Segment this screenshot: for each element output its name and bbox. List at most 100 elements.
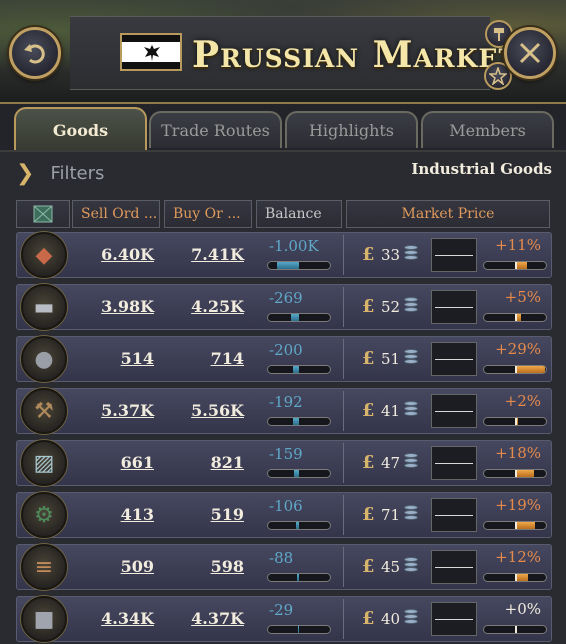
sell-orders-value[interactable]: 661 bbox=[77, 453, 154, 472]
price-change-bar bbox=[483, 625, 547, 634]
coins-icon bbox=[404, 609, 418, 627]
coins-icon bbox=[404, 505, 418, 523]
price-history-chart[interactable] bbox=[431, 550, 477, 584]
balance-value: -88 bbox=[269, 549, 294, 567]
balance-bar bbox=[267, 573, 331, 582]
goods-row[interactable]: ≡ 509 598 -88 £ 45 +12% bbox=[16, 544, 552, 590]
tab-highlights[interactable]: Highlights bbox=[285, 111, 418, 148]
divider bbox=[343, 443, 344, 483]
divider bbox=[343, 391, 344, 431]
price-change-bar bbox=[483, 313, 547, 322]
column-balance[interactable]: Balance bbox=[256, 200, 342, 228]
tools-icon: ⚒ bbox=[21, 388, 67, 434]
market-price-value: 40 bbox=[381, 610, 401, 628]
buy-orders-value[interactable]: 4.37K bbox=[167, 609, 244, 628]
divider bbox=[343, 339, 344, 379]
price-change-value: +18% bbox=[495, 444, 541, 462]
close-x-icon bbox=[519, 42, 541, 64]
ammunition-icon: ● bbox=[21, 336, 67, 382]
goods-row[interactable]: ▬ 3.98K 4.25K -269 £ 52 +5% bbox=[16, 284, 552, 330]
divider bbox=[343, 599, 344, 639]
price-history-chart[interactable] bbox=[431, 342, 477, 376]
sell-orders-value[interactable]: 4.34K bbox=[77, 609, 154, 628]
market-price-value: 41 bbox=[381, 402, 401, 420]
price-change-bar bbox=[483, 365, 547, 374]
currency-symbol: £ bbox=[362, 244, 375, 265]
coins-icon bbox=[404, 557, 418, 575]
page-title: Prussian Market bbox=[192, 34, 519, 76]
star-icon bbox=[489, 67, 507, 85]
prussia-flag bbox=[120, 33, 182, 71]
buy-orders-value[interactable]: 5.56K bbox=[167, 401, 244, 420]
price-change-bar bbox=[483, 573, 547, 582]
divider bbox=[343, 235, 344, 275]
sort-by-good-button[interactable] bbox=[16, 200, 70, 228]
price-change-bar bbox=[483, 521, 547, 530]
price-history-chart[interactable] bbox=[431, 446, 477, 480]
buy-orders-value[interactable]: 4.25K bbox=[167, 297, 244, 316]
price-change-bar bbox=[483, 469, 547, 478]
price-change-value: +11% bbox=[495, 236, 541, 254]
balance-bar bbox=[267, 313, 331, 322]
currency-symbol: £ bbox=[362, 400, 375, 421]
balance-value: -106 bbox=[269, 497, 303, 515]
price-history-chart[interactable] bbox=[431, 394, 477, 428]
tab-bar: Goods Trade Routes Highlights Members bbox=[0, 104, 566, 152]
market-price-value: 47 bbox=[381, 454, 401, 472]
balance-value: -269 bbox=[269, 289, 303, 307]
tab-goods[interactable]: Goods bbox=[14, 107, 147, 152]
balance-bar bbox=[267, 625, 331, 634]
buy-orders-value[interactable]: 519 bbox=[167, 505, 244, 524]
price-change-value: +0% bbox=[504, 600, 541, 618]
tab-members[interactable]: Members bbox=[421, 111, 554, 148]
column-buy-orders[interactable]: Buy Or ... bbox=[164, 200, 252, 228]
goods-row[interactable]: ⚙ 413 519 -106 £ 71 +19% bbox=[16, 492, 552, 538]
close-button[interactable] bbox=[504, 27, 556, 79]
price-history-chart[interactable] bbox=[431, 498, 477, 532]
currency-symbol: £ bbox=[362, 608, 375, 629]
balance-value: -200 bbox=[269, 341, 303, 359]
price-history-chart[interactable] bbox=[431, 290, 477, 324]
buy-orders-value[interactable]: 714 bbox=[167, 349, 244, 368]
sell-orders-value[interactable]: 5.37K bbox=[77, 401, 154, 420]
price-history-chart[interactable] bbox=[431, 602, 477, 636]
price-history-chart[interactable] bbox=[431, 238, 477, 272]
pin-icon bbox=[494, 28, 504, 41]
balance-bar bbox=[267, 365, 331, 374]
back-arrow-icon bbox=[24, 44, 45, 64]
column-sell-orders[interactable]: Sell Ord ... bbox=[72, 200, 160, 228]
eagle-icon bbox=[144, 45, 160, 61]
engines-icon: ⚙ bbox=[21, 492, 67, 538]
sell-orders-value[interactable]: 514 bbox=[77, 349, 154, 368]
currency-symbol: £ bbox=[362, 504, 375, 525]
grid-icon bbox=[33, 205, 53, 223]
currency-symbol: £ bbox=[362, 348, 375, 369]
buy-orders-value[interactable]: 821 bbox=[167, 453, 244, 472]
divider bbox=[343, 495, 344, 535]
buy-orders-value[interactable]: 598 bbox=[167, 557, 244, 576]
goods-row[interactable]: ⚒ 5.37K 5.56K -192 £ 41 +2% bbox=[16, 388, 552, 434]
goods-row[interactable]: ▨ 661 821 -159 £ 47 +18% bbox=[16, 440, 552, 486]
coins-icon bbox=[404, 453, 418, 471]
tab-trade-routes[interactable]: Trade Routes bbox=[149, 111, 282, 148]
sell-orders-value[interactable]: 413 bbox=[77, 505, 154, 524]
goods-row[interactable]: ● 514 714 -200 £ 51 +29% bbox=[16, 336, 552, 382]
balance-value: -29 bbox=[269, 601, 294, 619]
market-price-value: 51 bbox=[381, 350, 401, 368]
price-change-value: +5% bbox=[504, 288, 541, 306]
column-market-price[interactable]: Market Price bbox=[346, 200, 550, 228]
price-change-value: +29% bbox=[495, 340, 541, 358]
balance-bar bbox=[267, 469, 331, 478]
hardwood-icon: ≡ bbox=[21, 544, 67, 590]
goods-row[interactable]: ■ 4.34K 4.37K -29 £ 40 +0% bbox=[16, 596, 552, 642]
sell-orders-value[interactable]: 6.40K bbox=[77, 245, 154, 264]
back-button[interactable] bbox=[9, 27, 61, 79]
currency-symbol: £ bbox=[362, 452, 375, 473]
category-label: Industrial Goods bbox=[411, 160, 552, 178]
sell-orders-value[interactable]: 509 bbox=[77, 557, 154, 576]
market-price-value: 52 bbox=[381, 298, 401, 316]
market-price-value: 71 bbox=[381, 506, 401, 524]
sell-orders-value[interactable]: 3.98K bbox=[77, 297, 154, 316]
goods-row[interactable]: ◆ 6.40K 7.41K -1.00K £ 33 +11% bbox=[16, 232, 552, 278]
buy-orders-value[interactable]: 7.41K bbox=[167, 245, 244, 264]
